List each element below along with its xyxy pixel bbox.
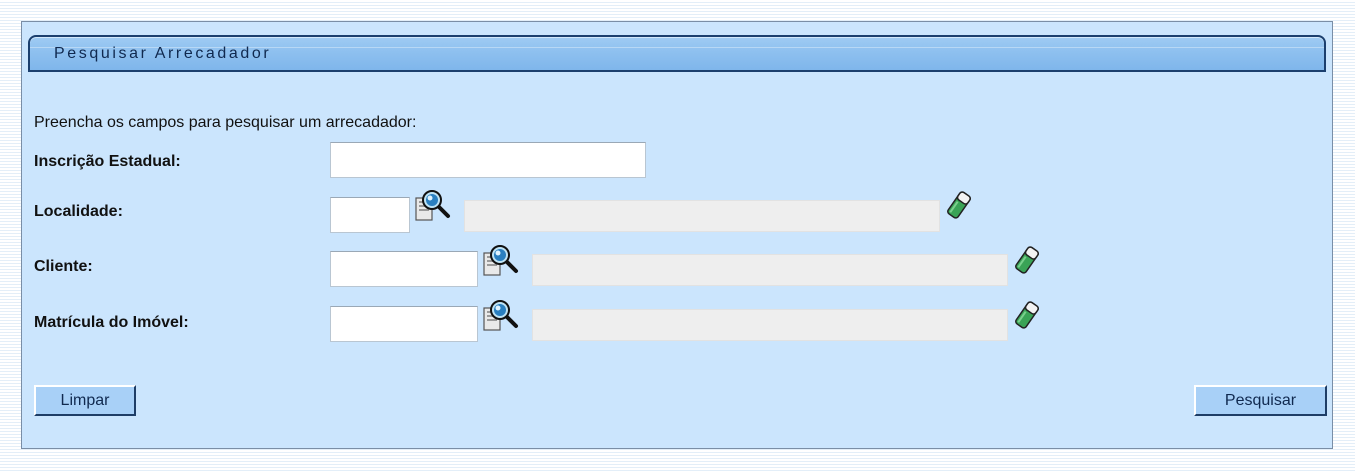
- matricula-imovel-code-input[interactable]: [330, 306, 478, 342]
- cliente-code-input[interactable]: [330, 251, 478, 287]
- localidade-description-field: [464, 200, 940, 232]
- instructions-text: Preencha os campos para pesquisar um arr…: [34, 114, 417, 131]
- magnifier-search-icon[interactable]: [482, 243, 522, 279]
- inscricao-estadual-input[interactable]: [330, 142, 646, 178]
- eraser-icon[interactable]: [947, 189, 971, 221]
- clear-button[interactable]: Limpar: [34, 385, 136, 416]
- cliente-label: Cliente:: [34, 258, 93, 275]
- search-panel: Pesquisar Arrecadador Preencha os campos…: [21, 21, 1333, 449]
- panel-title-bar: Pesquisar Arrecadador: [28, 35, 1326, 72]
- localidade-label: Localidade:: [34, 203, 123, 220]
- eraser-icon[interactable]: [1015, 244, 1039, 276]
- localidade-code-input[interactable]: [330, 197, 410, 233]
- matricula-imovel-label: Matrícula do Imóvel:: [34, 314, 189, 331]
- cliente-description-field: [532, 254, 1008, 286]
- panel-title: Pesquisar Arrecadador: [54, 45, 272, 62]
- matricula-imovel-description-field: [532, 309, 1008, 341]
- inscricao-estadual-label: Inscrição Estadual:: [34, 153, 181, 170]
- search-button[interactable]: Pesquisar: [1194, 385, 1327, 416]
- eraser-icon[interactable]: [1015, 299, 1039, 331]
- magnifier-search-icon[interactable]: [414, 188, 454, 224]
- magnifier-search-icon[interactable]: [482, 298, 522, 334]
